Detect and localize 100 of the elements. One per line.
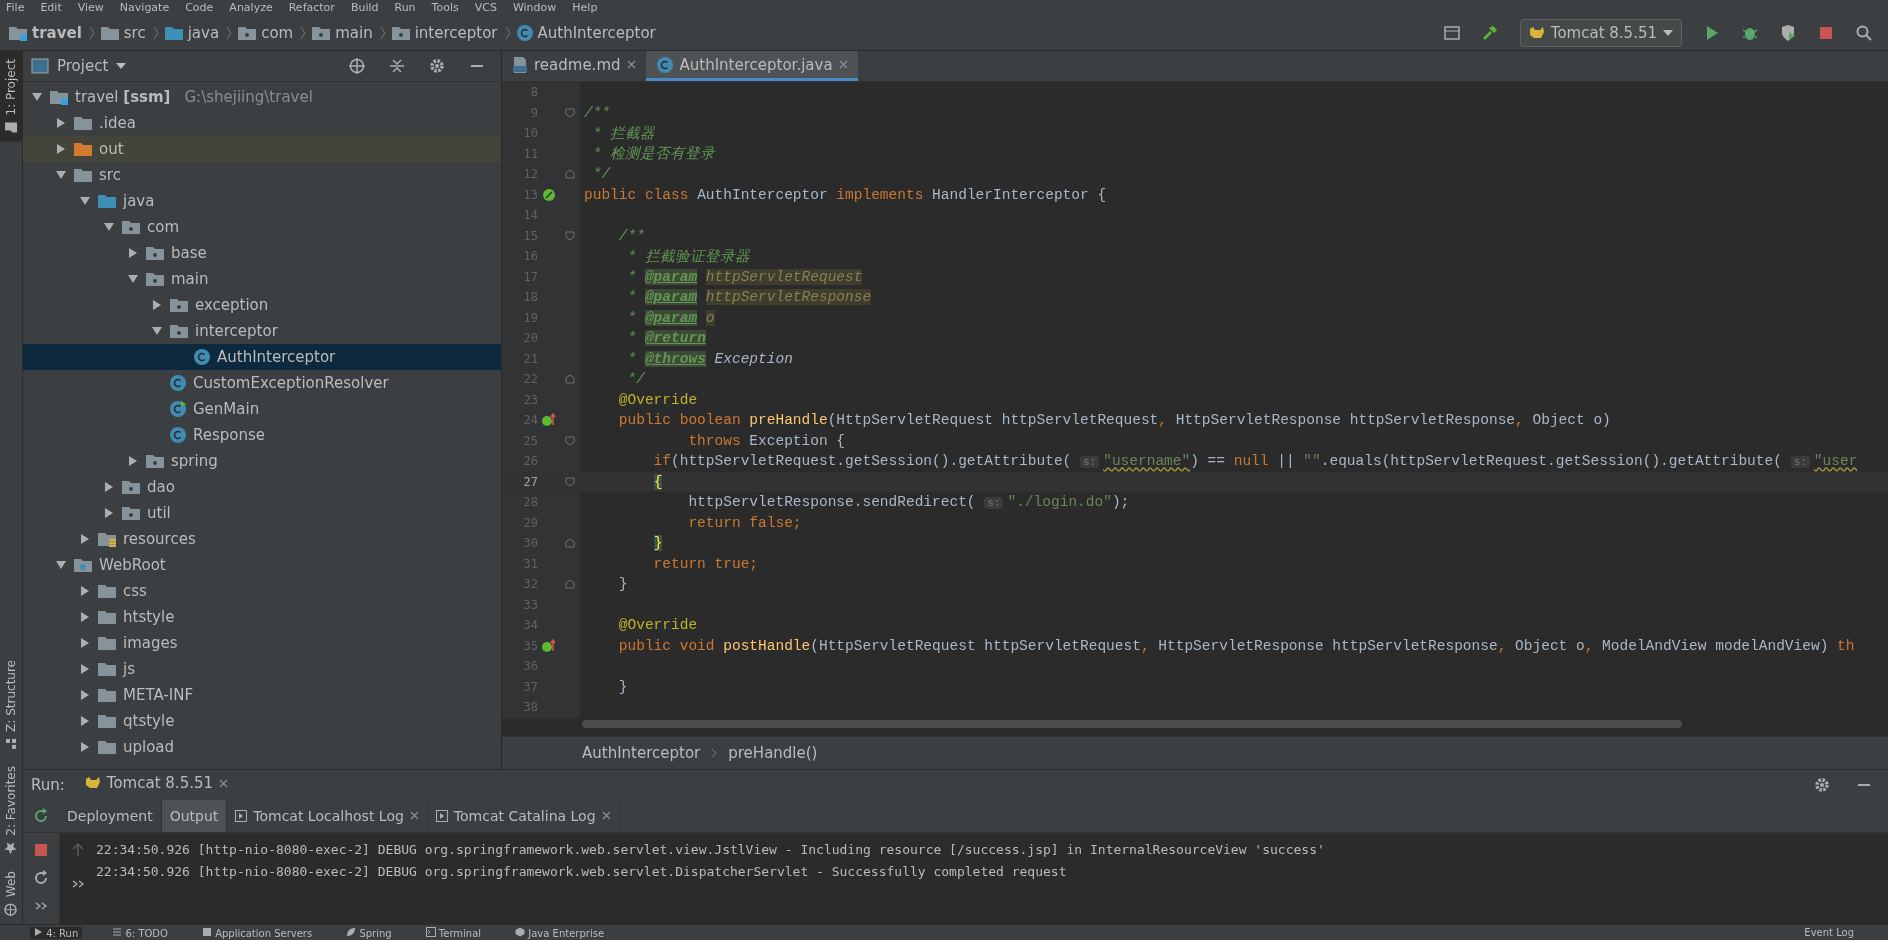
console-tab[interactable]: Tomcat Catalina Log xyxy=(427,799,620,832)
breadcrumb-item[interactable]: com xyxy=(261,24,294,42)
run-configuration-dropdown[interactable]: Tomcat 8.5.51 xyxy=(1519,19,1682,47)
collapsed-arrow-icon[interactable] xyxy=(79,715,91,727)
collapsed-arrow-icon[interactable] xyxy=(79,637,91,649)
override-icon[interactable] xyxy=(541,413,557,428)
tool-window-button[interactable]: Web xyxy=(0,862,22,924)
breadcrumb-item[interactable]: src xyxy=(123,24,146,42)
collapsed-arrow-icon[interactable] xyxy=(103,507,115,519)
tree-item[interactable]: base xyxy=(23,240,501,266)
collapsed-arrow-icon[interactable] xyxy=(79,585,91,597)
collapsed-arrow-icon[interactable] xyxy=(103,481,115,493)
menu-item[interactable]: Analyze xyxy=(229,0,273,16)
expanded-arrow-icon[interactable] xyxy=(151,325,163,337)
expanded-arrow-icon[interactable] xyxy=(79,195,91,207)
breadcrumb-item[interactable]: travel xyxy=(32,24,82,42)
collapse-all-icon[interactable] xyxy=(388,57,406,75)
tool-window-button[interactable]: Spring xyxy=(342,926,396,939)
tool-window-button[interactable]: 4: Run xyxy=(30,926,83,939)
run-tab[interactable]: Tomcat 8.5.51 xyxy=(74,774,239,796)
breadcrumb-item[interactable]: AuthInterceptor xyxy=(582,743,701,762)
menu-item[interactable]: Tools xyxy=(431,0,459,16)
tree-item[interactable]: js xyxy=(23,656,501,682)
console-tab[interactable]: Output xyxy=(161,799,228,832)
editor-tab[interactable]: AuthInterceptor.java xyxy=(645,51,858,81)
breadcrumb-item[interactable]: AuthInterceptor xyxy=(537,24,656,42)
search-icon[interactable] xyxy=(1855,24,1873,42)
close-tab-icon[interactable] xyxy=(626,60,636,69)
console-tab[interactable]: Tomcat Localhost Log xyxy=(227,799,428,832)
expanded-arrow-icon[interactable] xyxy=(31,91,43,103)
panel-title[interactable]: Project xyxy=(57,57,109,75)
tree-item[interactable]: spring xyxy=(23,448,501,474)
breadcrumb-item[interactable]: interceptor xyxy=(414,24,498,42)
tree-item[interactable]: interceptor xyxy=(23,318,501,344)
close-icon[interactable] xyxy=(409,811,419,821)
tree-item[interactable]: AuthInterceptor xyxy=(23,344,501,370)
tree-item[interactable]: WebRoot xyxy=(23,552,501,578)
tree-item[interactable]: java xyxy=(23,188,501,214)
tool-window-button[interactable]: Terminal xyxy=(421,926,486,939)
menu-item[interactable]: Edit xyxy=(40,0,62,16)
tree-item[interactable]: qtstyle xyxy=(23,708,501,734)
tool-window-button[interactable]: Java Enterprise xyxy=(511,926,609,939)
menu-item[interactable]: Help xyxy=(572,0,598,16)
collapsed-arrow-icon[interactable] xyxy=(55,117,67,129)
tree-item[interactable]: main xyxy=(23,266,501,292)
menu-item[interactable]: Build xyxy=(350,0,379,16)
tree-item[interactable]: upload xyxy=(23,734,501,760)
breadcrumb-item[interactable]: preHandle() xyxy=(728,743,818,762)
tree-item[interactable]: htstyle xyxy=(23,604,501,630)
menu-item[interactable]: Run xyxy=(394,0,416,16)
tree-item[interactable]: Response xyxy=(23,422,501,448)
rerun-icon[interactable] xyxy=(32,806,50,825)
collapsed-arrow-icon[interactable] xyxy=(151,299,163,311)
expanded-arrow-icon[interactable] xyxy=(55,559,67,571)
collapsed-arrow-icon[interactable] xyxy=(79,741,91,753)
caret-icon[interactable] xyxy=(116,63,127,69)
collapsed-arrow-icon[interactable] xyxy=(127,455,139,467)
menu-item[interactable]: File xyxy=(6,0,25,16)
tree-item[interactable]: GenMain xyxy=(23,396,501,422)
tool-window-button[interactable]: Z: Structure xyxy=(0,652,22,759)
menu-item[interactable]: Navigate xyxy=(119,0,170,16)
collapsed-arrow-icon[interactable] xyxy=(79,611,91,623)
tool-window-button[interactable]: 6: TODO xyxy=(108,926,172,939)
horizontal-scrollbar[interactable] xyxy=(582,719,1682,728)
close-icon[interactable] xyxy=(601,811,611,821)
breadcrumb-item[interactable]: main xyxy=(335,24,373,42)
tree-item[interactable]: META-INF xyxy=(23,682,501,708)
tree-item[interactable]: src xyxy=(23,162,501,188)
shield-icon[interactable] xyxy=(1779,24,1797,42)
tree-item[interactable]: com xyxy=(23,214,501,240)
menu-item[interactable]: Code xyxy=(185,0,214,16)
collapsed-arrow-icon[interactable] xyxy=(55,143,67,155)
tree-item[interactable]: out xyxy=(23,136,501,162)
tool-window-button[interactable]: 1: Project xyxy=(0,51,22,142)
menu-item[interactable]: VCS xyxy=(474,0,497,16)
expanded-arrow-icon[interactable] xyxy=(55,169,67,181)
settings-icon[interactable] xyxy=(1813,775,1831,794)
stop-icon[interactable] xyxy=(1817,24,1835,42)
console-tab[interactable]: Deployment xyxy=(59,799,162,832)
collapsed-arrow-icon[interactable] xyxy=(79,663,91,675)
close-icon[interactable] xyxy=(219,778,229,788)
restart-icon[interactable] xyxy=(32,868,50,887)
expanded-arrow-icon[interactable] xyxy=(103,221,115,233)
override-icon[interactable] xyxy=(541,638,557,653)
implemented-icon[interactable] xyxy=(542,187,556,202)
editor-tab[interactable]: readme.md xyxy=(502,51,646,81)
tool-window-button[interactable]: 2: Favorites xyxy=(0,758,22,863)
tree-item[interactable]: CustomExceptionResolver xyxy=(23,370,501,396)
tree-item[interactable]: css xyxy=(23,578,501,604)
tree-item[interactable]: .idea xyxy=(23,110,501,136)
collapsed-arrow-icon[interactable] xyxy=(127,247,139,259)
menu-item[interactable]: View xyxy=(77,0,104,16)
tree-item[interactable]: travel [ssm] G:\shejiing\travel xyxy=(23,84,501,110)
menu-item[interactable]: Refactor xyxy=(288,0,335,16)
window-icon[interactable] xyxy=(1442,24,1461,42)
settings-icon[interactable] xyxy=(428,57,446,75)
expanded-arrow-icon[interactable] xyxy=(127,273,139,285)
collapsed-arrow-icon[interactable] xyxy=(79,533,91,545)
collapsed-arrow-icon[interactable] xyxy=(79,689,91,701)
tree-item[interactable]: resources xyxy=(23,526,501,552)
